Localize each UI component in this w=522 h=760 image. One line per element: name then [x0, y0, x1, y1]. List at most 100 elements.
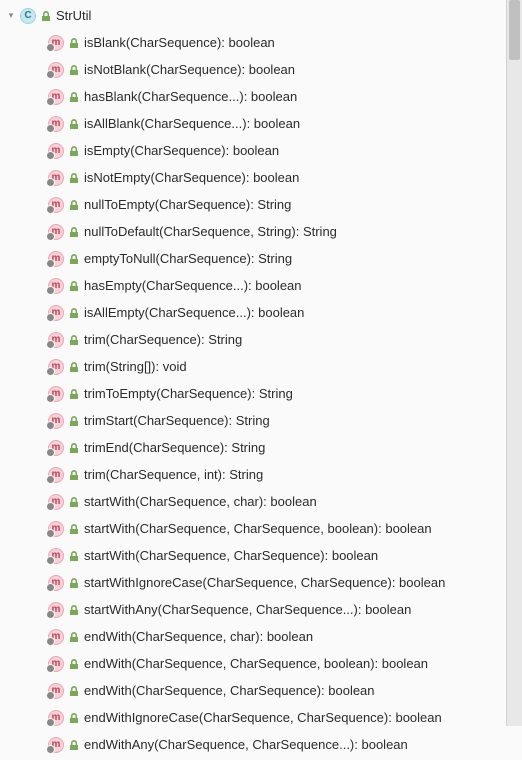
method-signature-label: emptyToNull(CharSequence): String: [84, 251, 292, 266]
method-signature-label: nullToDefault(CharSequence, String): Str…: [84, 224, 337, 239]
method-node[interactable]: mendWith(CharSequence, CharSequence, boo…: [0, 650, 522, 677]
method-signature-label: endWith(CharSequence, CharSequence): boo…: [84, 683, 375, 698]
lock-icon: [68, 469, 80, 481]
method-node[interactable]: mstartWithAny(CharSequence, CharSequence…: [0, 596, 522, 623]
method-node[interactable]: mtrimStart(CharSequence): String: [0, 407, 522, 434]
method-node[interactable]: mtrim(CharSequence): String: [0, 326, 522, 353]
method-icon: m: [48, 494, 64, 510]
method-node[interactable]: m startWithIgnoreCase(CharSequence, CharS…: [0, 569, 522, 596]
method-icon: m: [48, 629, 64, 645]
method-signature-label: hasBlank(CharSequence...): boolean: [84, 89, 297, 104]
method-icon: m: [48, 89, 64, 105]
method-node[interactable]: m endWith(CharSequence, CharSequence): bo…: [0, 677, 522, 704]
lock-icon: [68, 388, 80, 400]
method-signature-label: endWith(CharSequence, CharSequence, bool…: [84, 656, 428, 671]
method-signature-label: startWith(CharSequence, char): boolean: [84, 494, 317, 509]
method-node[interactable]: mstartWith(CharSequence, CharSequence, b…: [0, 515, 522, 542]
method-icon: m: [48, 359, 64, 375]
method-node[interactable]: m emptyToNull(CharSequence): String: [0, 245, 522, 272]
expand-chevron-icon[interactable]: ▾: [6, 11, 16, 21]
lock-icon: [68, 415, 80, 427]
method-node[interactable]: m nullToEmpty(CharSequence): String: [0, 191, 522, 218]
lock-icon: [68, 226, 80, 238]
lock-icon: [68, 253, 80, 265]
method-node[interactable]: misNotEmpty(CharSequence): boolean: [0, 164, 522, 191]
method-node[interactable]: mtrim(String[]): void: [0, 353, 522, 380]
lock-icon: [68, 550, 80, 562]
lock-icon: [68, 361, 80, 373]
lock-icon: [68, 523, 80, 535]
method-node[interactable]: misAllBlank(CharSequence...): boolean: [0, 110, 522, 137]
method-node[interactable]: m hasEmpty(CharSequence...): boolean: [0, 272, 522, 299]
lock-icon: [68, 604, 80, 616]
method-signature-label: trimToEmpty(CharSequence): String: [84, 386, 293, 401]
lock-icon: [68, 577, 80, 589]
lock-icon: [68, 712, 80, 724]
method-node[interactable]: mendWithAny(CharSequence, CharSequence..…: [0, 731, 522, 758]
structure-tree: ▾ C StrUtil misBlank(CharSequence): bool…: [0, 0, 522, 760]
method-signature-label: isAllEmpty(CharSequence...): boolean: [84, 305, 304, 320]
lock-icon: [68, 280, 80, 292]
lock-icon: [68, 118, 80, 130]
method-node[interactable]: mendWithIgnoreCase(CharSequence, CharSeq…: [0, 704, 522, 731]
method-signature-label: startWithIgnoreCase(CharSequence, CharSe…: [84, 575, 445, 590]
method-node[interactable]: m startWith(CharSequence, char): boolean: [0, 488, 522, 515]
method-icon: m: [48, 386, 64, 402]
lock-icon: [68, 199, 80, 211]
method-signature-label: endWithIgnoreCase(CharSequence, CharSequ…: [84, 710, 442, 725]
method-icon: m: [48, 467, 64, 483]
lock-icon: [68, 145, 80, 157]
method-icon: m: [48, 251, 64, 267]
method-node[interactable]: m endWith(CharSequence, char): boolean: [0, 623, 522, 650]
lock-icon: [68, 685, 80, 697]
method-signature-label: isAllBlank(CharSequence...): boolean: [84, 116, 300, 131]
vertical-scrollbar[interactable]: [506, 0, 522, 726]
method-signature-label: endWith(CharSequence, char): boolean: [84, 629, 313, 644]
method-node[interactable]: misBlank(CharSequence): boolean: [0, 29, 522, 56]
method-icon: m: [48, 575, 64, 591]
method-signature-label: trim(CharSequence): String: [84, 332, 242, 347]
method-signature-label: isBlank(CharSequence): boolean: [84, 35, 275, 50]
class-icon: C: [20, 8, 36, 24]
method-signature-label: isEmpty(CharSequence): boolean: [84, 143, 279, 158]
scrollbar-thumb[interactable]: [509, 0, 520, 60]
method-icon: m: [48, 305, 64, 321]
method-node[interactable]: m isAllEmpty(CharSequence...): boolean: [0, 299, 522, 326]
method-signature-label: startWith(CharSequence, CharSequence): b…: [84, 548, 378, 563]
lock-icon: [68, 442, 80, 454]
lock-icon: [40, 10, 52, 22]
method-icon: m: [48, 62, 64, 78]
method-node[interactable]: m trim(CharSequence, int): String: [0, 461, 522, 488]
method-signature-label: trimEnd(CharSequence): String: [84, 440, 265, 455]
method-signature-label: hasEmpty(CharSequence...): boolean: [84, 278, 302, 293]
method-icon: m: [48, 278, 64, 294]
method-icon: m: [48, 521, 64, 537]
method-node[interactable]: m hasBlank(CharSequence...): boolean: [0, 83, 522, 110]
lock-icon: [68, 334, 80, 346]
method-node[interactable]: m trimToEmpty(CharSequence): String: [0, 380, 522, 407]
method-icon: m: [48, 440, 64, 456]
method-signature-label: nullToEmpty(CharSequence): String: [84, 197, 291, 212]
method-icon: m: [48, 197, 64, 213]
lock-icon: [68, 64, 80, 76]
lock-icon: [68, 658, 80, 670]
method-icon: m: [48, 602, 64, 618]
method-node[interactable]: m nullToDefault(CharSequence, String): St…: [0, 218, 522, 245]
method-icon: m: [48, 683, 64, 699]
method-node[interactable]: m trimEnd(CharSequence): String: [0, 434, 522, 461]
lock-icon: [68, 172, 80, 184]
method-icon: m: [48, 170, 64, 186]
method-signature-label: isNotBlank(CharSequence): boolean: [84, 62, 295, 77]
method-signature-label: trim(CharSequence, int): String: [84, 467, 263, 482]
method-icon: m: [48, 548, 64, 564]
lock-icon: [68, 91, 80, 103]
lock-icon: [68, 307, 80, 319]
method-icon: m: [48, 224, 64, 240]
class-node[interactable]: ▾ C StrUtil: [0, 2, 522, 29]
method-node[interactable]: misEmpty(CharSequence): boolean: [0, 137, 522, 164]
method-node[interactable]: m startWith(CharSequence, CharSequence): …: [0, 542, 522, 569]
lock-icon: [68, 37, 80, 49]
lock-icon: [68, 496, 80, 508]
method-node[interactable]: m isNotBlank(CharSequence): boolean: [0, 56, 522, 83]
method-signature-label: endWithAny(CharSequence, CharSequence...…: [84, 737, 408, 752]
